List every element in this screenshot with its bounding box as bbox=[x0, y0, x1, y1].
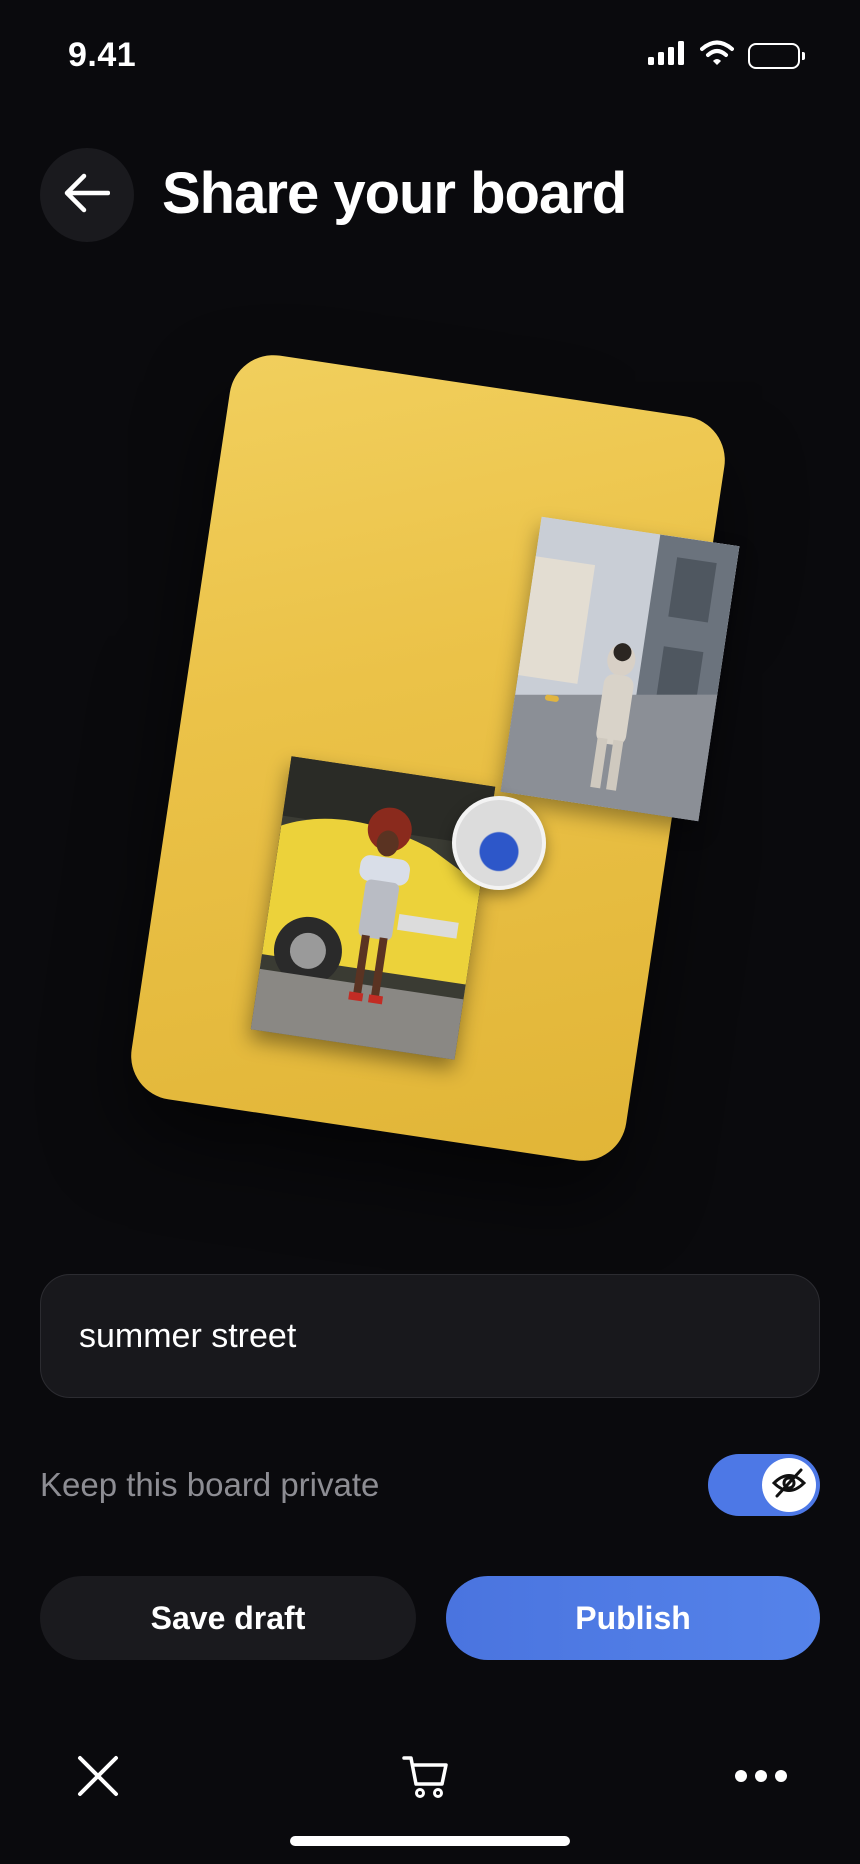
cart-icon[interactable] bbox=[402, 1752, 450, 1800]
status-icons bbox=[648, 40, 805, 71]
status-time: 9.41 bbox=[68, 36, 137, 74]
publish-button[interactable]: Publish bbox=[446, 1576, 820, 1660]
privacy-label: Keep this board private bbox=[40, 1466, 380, 1503]
board-name-field[interactable] bbox=[40, 1274, 820, 1398]
arrow-left-icon bbox=[64, 173, 111, 218]
share-board-screen: 9.41 Share your board summer street Keep… bbox=[0, 0, 860, 1864]
wifi-icon bbox=[700, 40, 734, 71]
board-preview bbox=[0, 330, 860, 1210]
back-button[interactable] bbox=[40, 148, 134, 242]
bag-thumbnail[interactable] bbox=[452, 796, 546, 890]
save-draft-button[interactable]: Save draft bbox=[40, 1576, 416, 1660]
street-photo-woman bbox=[250, 756, 496, 1060]
toggle-knob bbox=[762, 1458, 816, 1512]
signal-icon bbox=[648, 41, 686, 70]
close-icon[interactable] bbox=[74, 1752, 122, 1800]
more-icon[interactable] bbox=[734, 1752, 788, 1800]
eye-off-icon bbox=[771, 1468, 807, 1503]
page-title: Share your board bbox=[162, 161, 627, 226]
privacy-toggle[interactable] bbox=[708, 1454, 820, 1516]
board-name-input[interactable] bbox=[79, 1316, 819, 1356]
home-indicator[interactable] bbox=[290, 1836, 570, 1846]
street-photo-man bbox=[500, 516, 740, 822]
battery-icon bbox=[748, 42, 805, 69]
